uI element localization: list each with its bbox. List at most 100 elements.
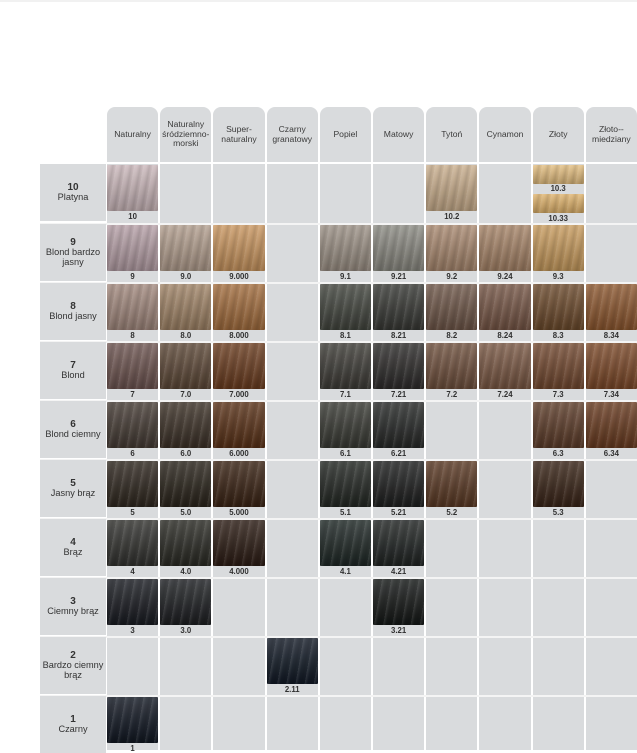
level-name: Blond ciemny [45, 429, 101, 440]
hair-swatch-4-1[interactable] [319, 520, 371, 566]
hair-swatch-7-0[interactable] [160, 343, 212, 389]
shade-code: 9.24 [497, 272, 513, 281]
hair-swatch-9-2[interactable] [426, 225, 478, 271]
shade-code: 8.3 [552, 331, 564, 340]
shade-code: 5.1 [339, 508, 351, 517]
hair-swatch-4-21[interactable] [373, 520, 425, 566]
shade-code: 10.3 [550, 184, 566, 193]
hair-swatch-6-34[interactable] [585, 402, 637, 448]
shade-code: 8.24 [497, 331, 513, 340]
shade-code: 7.1 [339, 390, 351, 399]
level-name: Ciemny brąz [47, 606, 99, 617]
hair-swatch-6-3[interactable] [532, 402, 584, 448]
shade-code: 7.24 [497, 390, 513, 399]
row-separator [40, 636, 637, 638]
hair-swatch-8[interactable] [107, 284, 159, 330]
hair-swatch-5-0[interactable] [160, 461, 212, 507]
shade-code: 5.0 [180, 508, 192, 517]
column-header-c8: Cynamon [479, 107, 531, 162]
level-name: Jasny brąz [50, 488, 96, 499]
hair-swatch-9-21[interactable] [373, 225, 425, 271]
hair-swatch-8-24[interactable] [479, 284, 531, 330]
shade-code: 5.000 [229, 508, 249, 517]
shade-code: 8.2 [446, 331, 458, 340]
hair-swatch-4[interactable] [107, 520, 159, 566]
hair-swatch-8-3[interactable] [532, 284, 584, 330]
hair-swatch-7-2[interactable] [426, 343, 478, 389]
hair-swatch-9-24[interactable] [479, 225, 531, 271]
hair-swatch-6-1[interactable] [319, 402, 371, 448]
hair-swatch-10[interactable] [107, 165, 159, 211]
hair-swatch-1[interactable] [107, 697, 159, 743]
hair-swatch-3[interactable] [107, 579, 159, 625]
shade-code: 7.0 [180, 390, 192, 399]
hair-swatch-9[interactable] [107, 225, 159, 271]
shade-code: 9 [130, 272, 135, 281]
hair-swatch-5-3[interactable] [532, 461, 584, 507]
shade-code: 4.21 [391, 567, 407, 576]
shade-code: 4 [130, 567, 135, 576]
hair-swatch-3-21[interactable] [373, 579, 425, 625]
hair-swatch-3-0[interactable] [160, 579, 212, 625]
shade-code: 7.2 [446, 390, 458, 399]
level-name: Bardzo ciemny brąz [42, 660, 104, 680]
hair-swatch-5-21[interactable] [373, 461, 425, 507]
hair-swatch-9-1[interactable] [319, 225, 371, 271]
hair-swatch-10-33[interactable] [532, 194, 584, 213]
shade-code: 3.0 [180, 626, 192, 635]
hair-color-chart: Naturalny Naturalny śródziemno-morski Supe… [0, 0, 637, 753]
hair-swatch-4-000[interactable] [213, 520, 265, 566]
hair-swatch-8-000[interactable] [213, 284, 265, 330]
hair-swatch-7[interactable] [107, 343, 159, 389]
column-header-c4: Czarny granatowy [266, 107, 318, 162]
shade-code: 5.2 [446, 508, 458, 517]
row-label-level-2: 2 Bardzo ciemny brąz [40, 637, 106, 694]
hair-swatch-7-1[interactable] [319, 343, 371, 389]
shade-code: 2.11 [284, 685, 300, 694]
hair-swatch-5[interactable] [107, 461, 159, 507]
row-label-level-5: 5 Jasny brąz [40, 460, 106, 517]
row-label-level-10: 10 Platyna [40, 164, 106, 221]
shade-code: 9.000 [229, 272, 249, 281]
shade-code: 5.21 [391, 508, 407, 517]
column-header-c7: Tytoń [426, 107, 478, 162]
hair-swatch-9-3[interactable] [532, 225, 584, 271]
hair-swatch-7-3[interactable] [532, 343, 584, 389]
hair-swatch-8-2[interactable] [426, 284, 478, 330]
shade-code: 4.0 [180, 567, 192, 576]
level-name: Platyna [57, 192, 89, 203]
hair-swatch-6-000[interactable] [213, 402, 265, 448]
shade-code: 6.3 [552, 449, 564, 458]
hair-swatch-10-3[interactable] [532, 165, 584, 184]
hair-swatch-7-21[interactable] [373, 343, 425, 389]
hair-swatch-5-2[interactable] [426, 461, 478, 507]
column-header-c10: Złoto--miedziany [585, 107, 637, 162]
hair-swatch-9-0[interactable] [160, 225, 212, 271]
hair-swatch-8-1[interactable] [319, 284, 371, 330]
hair-swatch-7-24[interactable] [479, 343, 531, 389]
hair-swatch-2-11[interactable] [266, 638, 318, 684]
level-name: Czarny [58, 724, 88, 735]
hair-swatch-8-34[interactable] [585, 284, 637, 330]
hair-swatch-6[interactable] [107, 402, 159, 448]
hair-swatch-5-1[interactable] [319, 461, 371, 507]
shade-code: 5 [130, 508, 135, 517]
hair-swatch-7-000[interactable] [213, 343, 265, 389]
shade-code: 6.21 [391, 449, 407, 458]
hair-swatch-8-0[interactable] [160, 284, 212, 330]
hair-swatch-9-000[interactable] [213, 225, 265, 271]
shade-code: 9.1 [339, 272, 351, 281]
hair-swatch-8-21[interactable] [373, 284, 425, 330]
hair-swatch-7-34[interactable] [585, 343, 637, 389]
hair-swatch-4-0[interactable] [160, 520, 212, 566]
hair-swatch-6-0[interactable] [160, 402, 212, 448]
shade-code: 8 [130, 331, 135, 340]
shade-code: 6.0 [180, 449, 192, 458]
shade-code: 8.1 [339, 331, 351, 340]
hair-swatch-10-2[interactable] [426, 165, 478, 211]
column-header-c5: Popiel [319, 107, 371, 162]
hair-swatch-6-21[interactable] [373, 402, 425, 448]
level-name: Brąz [63, 547, 83, 558]
hair-swatch-5-000[interactable] [213, 461, 265, 507]
column-header-c1: Naturalny [107, 107, 159, 162]
